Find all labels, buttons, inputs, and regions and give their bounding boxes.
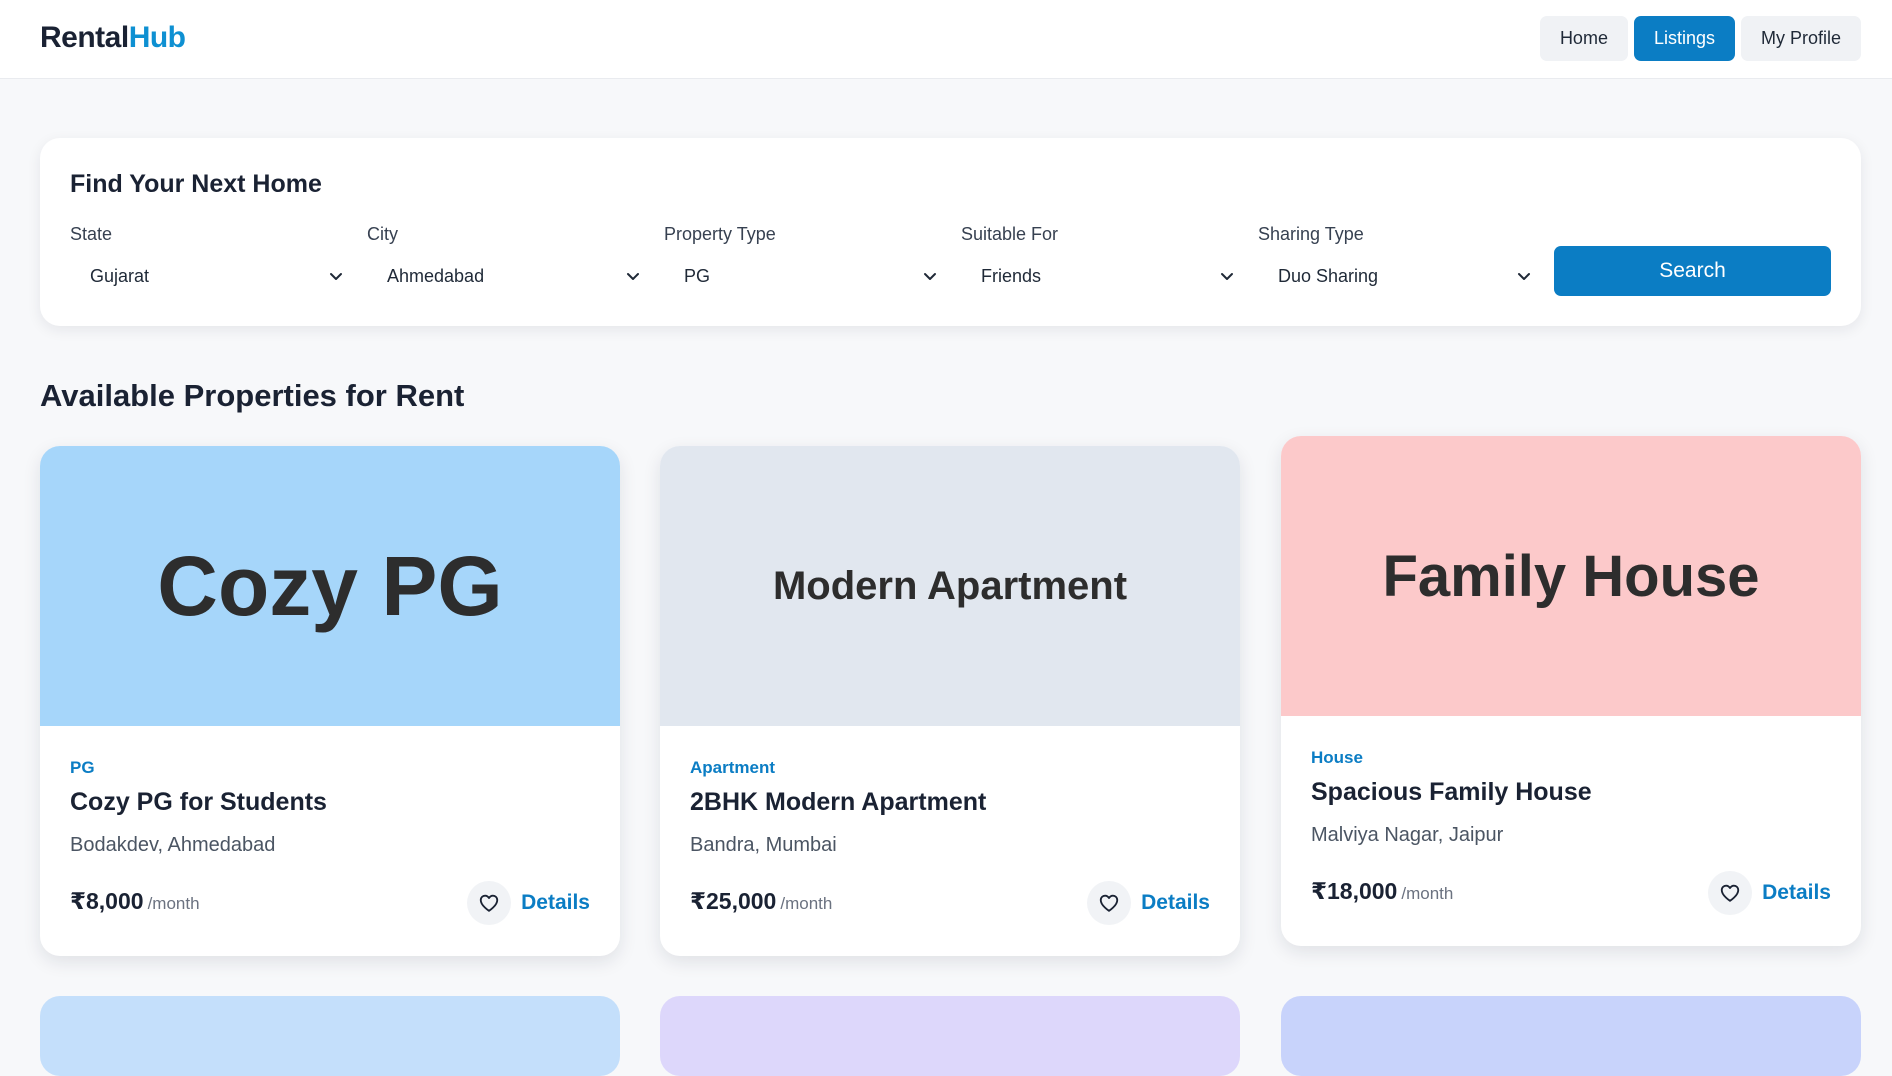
property-card[interactable]: Cozy PG PG Cozy PG for Students Bodakdev… [40, 446, 620, 956]
property-price-period: /month [780, 894, 833, 913]
property-card-partial[interactable] [1281, 996, 1861, 1076]
chevron-down-icon [627, 273, 639, 280]
main-nav: Home Listings My Profile [1539, 16, 1861, 61]
property-card-body: PG Cozy PG for Students Bodakdev, Ahmeda… [40, 726, 620, 956]
suitable-for-filter-label: Suitable For [961, 224, 1059, 244]
suitable-for-select[interactable]: Friends [961, 258, 1243, 294]
property-image-placeholder: Modern Apartment [660, 446, 1240, 726]
state-select[interactable]: Gujarat [70, 258, 352, 294]
property-type-select-value: PG [684, 266, 711, 286]
nav-listings-button[interactable]: Listings [1633, 16, 1735, 61]
city-select[interactable]: Ahmedabad [367, 258, 649, 294]
property-image-placeholder: Cozy PG [40, 446, 620, 726]
property-image-text: Cozy PG [157, 538, 503, 633]
property-location: Malviya Nagar, Jaipur [1311, 824, 1504, 846]
chevron-down-icon [1221, 273, 1233, 280]
search-button[interactable]: Search [1554, 246, 1831, 296]
nav-my-profile-button[interactable]: My Profile [1740, 16, 1861, 61]
property-title: Cozy PG for Students [70, 788, 327, 816]
sharing-type-select-value: Duo Sharing [1278, 266, 1379, 286]
property-location: Bodakdev, Ahmedabad [70, 834, 276, 856]
property-price-amount: ₹18,000 [1311, 878, 1398, 904]
property-card-partial[interactable] [660, 996, 1240, 1076]
property-price: ₹25,000/month [690, 888, 832, 915]
sharing-type-filter: Sharing Type Duo Sharing [1258, 224, 1540, 294]
property-title: 2BHK Modern Apartment [690, 788, 987, 816]
suitable-for-filter: Suitable For Friends [961, 224, 1243, 294]
property-type-label: House [1311, 748, 1363, 767]
chevron-down-icon [330, 273, 342, 280]
city-filter: City Ahmedabad [367, 224, 649, 294]
property-title: Spacious Family House [1311, 778, 1592, 806]
city-filter-label: City [367, 224, 398, 244]
property-image-text: Family House [1382, 543, 1760, 609]
nav-home-button[interactable]: Home [1539, 16, 1628, 61]
heart-outline-icon [1720, 884, 1740, 902]
property-price-amount: ₹8,000 [70, 888, 144, 914]
property-card-body: House Spacious Family House Malviya Naga… [1281, 716, 1861, 946]
property-type-label: Apartment [690, 758, 776, 777]
property-price-period: /month [147, 894, 200, 913]
property-price-amount: ₹25,000 [690, 888, 777, 914]
favorite-button[interactable] [1087, 881, 1131, 925]
search-panel-title: Find Your Next Home [70, 170, 322, 198]
favorite-button[interactable] [1708, 871, 1752, 915]
state-select-value: Gujarat [90, 266, 150, 286]
property-location: Bandra, Mumbai [690, 834, 837, 856]
property-type-filter: Property Type PG [664, 224, 946, 294]
logo-text-hub: Hub [128, 21, 186, 54]
details-link[interactable]: Details [1762, 881, 1831, 905]
details-link[interactable]: Details [521, 891, 590, 915]
sharing-type-filter-label: Sharing Type [1258, 224, 1364, 244]
property-type-select[interactable]: PG [664, 258, 946, 294]
search-panel: Find Your Next Home State Gujarat City A… [40, 138, 1861, 326]
state-filter: State Gujarat [70, 224, 352, 294]
favorite-button[interactable] [467, 881, 511, 925]
logo-text-rental: Rental [40, 21, 129, 54]
property-type-filter-label: Property Type [664, 224, 776, 244]
heart-outline-icon [1099, 894, 1119, 912]
sharing-type-select[interactable]: Duo Sharing [1258, 258, 1540, 294]
property-price: ₹8,000/month [70, 888, 200, 915]
property-price: ₹18,000/month [1311, 878, 1453, 905]
property-image-text: Modern Apartment [772, 563, 1128, 608]
suitable-for-select-value: Friends [981, 266, 1042, 286]
property-image-placeholder: Family House [1281, 436, 1861, 716]
state-filter-label: State [70, 224, 113, 244]
property-type-label: PG [70, 758, 95, 777]
chevron-down-icon [924, 273, 936, 280]
details-link[interactable]: Details [1141, 891, 1210, 915]
property-card-body: Apartment 2BHK Modern Apartment Bandra, … [660, 726, 1240, 956]
available-properties-heading: Available Properties for Rent [40, 378, 465, 413]
city-select-value: Ahmedabad [387, 266, 485, 286]
heart-outline-icon [479, 894, 499, 912]
property-card-partial[interactable] [40, 996, 620, 1076]
rentalhub-logo[interactable]: RentalHub [40, 20, 186, 56]
property-price-period: /month [1401, 884, 1454, 903]
property-card[interactable]: Family House House Spacious Family House… [1281, 436, 1861, 946]
chevron-down-icon [1518, 273, 1530, 280]
property-card[interactable]: Modern Apartment Apartment 2BHK Modern A… [660, 446, 1240, 956]
top-navbar: RentalHub Home Listings My Profile [0, 0, 1892, 79]
